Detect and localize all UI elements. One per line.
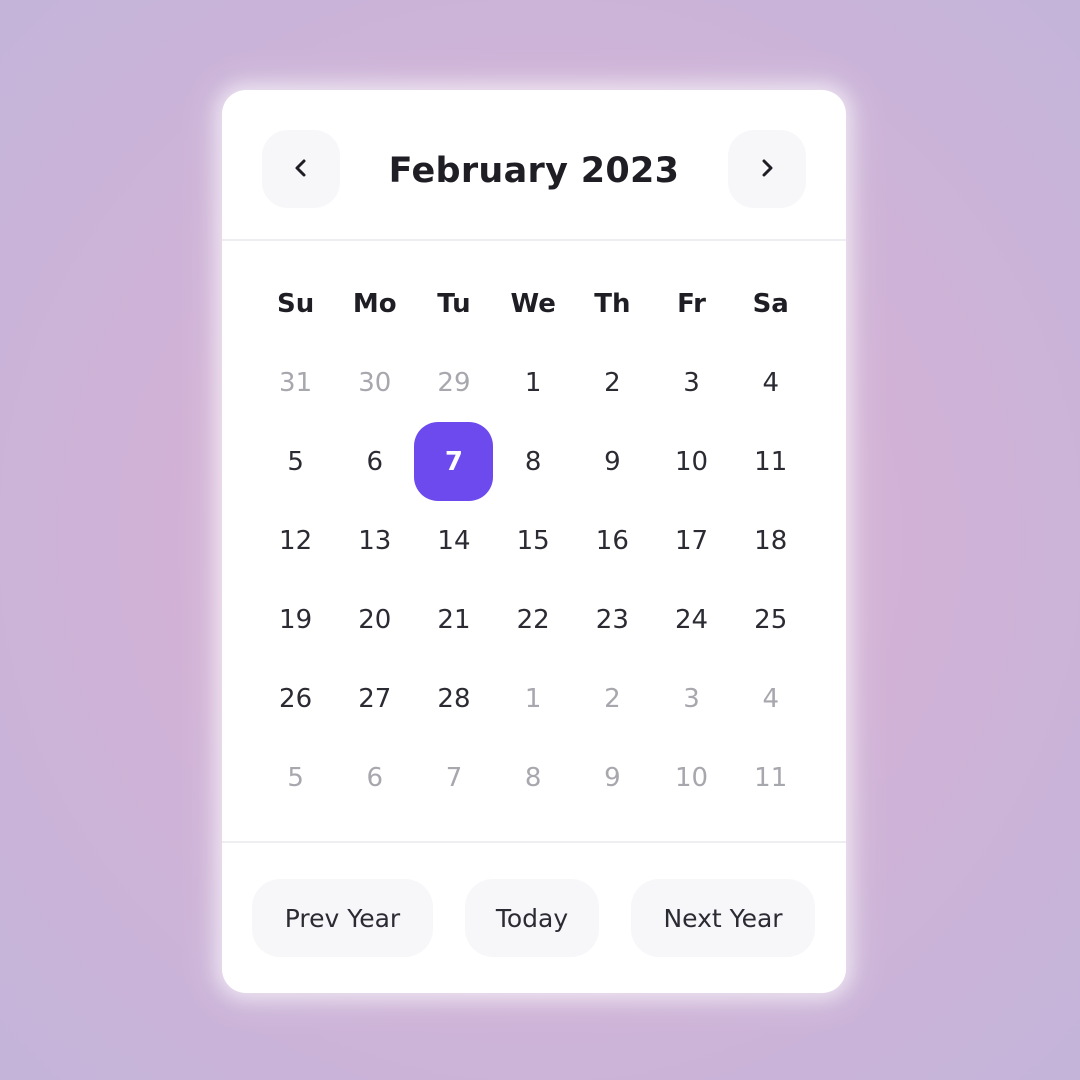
day-cell[interactable]: 4 <box>731 343 810 422</box>
weekday-label: Mo <box>352 288 397 319</box>
day-cell-outside-month[interactable]: 8 <box>494 738 573 817</box>
chevron-left-icon <box>290 157 312 182</box>
day-cell-outside-month[interactable]: 30 <box>335 343 414 422</box>
day-cell[interactable]: 18 <box>731 501 810 580</box>
weekday-label: Th <box>594 288 631 319</box>
footer-divider <box>222 841 846 843</box>
day-cell[interactable]: 6 <box>335 422 414 501</box>
day-cell-outside-month[interactable]: 29 <box>414 343 493 422</box>
next-year-button[interactable]: Next Year <box>631 879 815 957</box>
today-button[interactable]: Today <box>465 879 599 957</box>
weekday-label: Fr <box>677 288 706 319</box>
day-cell-outside-month[interactable]: 31 <box>256 343 335 422</box>
day-cell[interactable]: 20 <box>335 580 414 659</box>
day-cell-outside-month[interactable]: 11 <box>731 738 810 817</box>
calendar-card: February 2023 Su Mo Tu We Th Fr Sa 31 30 2… <box>222 90 846 993</box>
prev-month-button[interactable] <box>262 130 340 208</box>
day-cell-outside-month[interactable]: 2 <box>573 659 652 738</box>
day-cell-outside-month[interactable]: 5 <box>256 738 335 817</box>
day-cell[interactable]: 24 <box>652 580 731 659</box>
day-cell[interactable]: 21 <box>414 580 493 659</box>
day-cell[interactable]: 1 <box>494 343 573 422</box>
day-cell-outside-month[interactable]: 9 <box>573 738 652 817</box>
day-cell[interactable]: 17 <box>652 501 731 580</box>
calendar-grid: Su Mo Tu We Th Fr Sa 31 30 29 1 2 3 4 5 6 7 8 9 10 11… <box>256 264 810 817</box>
weekday-label: Su <box>276 288 315 319</box>
day-cell-selected[interactable]: 7 <box>414 422 494 501</box>
day-cell[interactable]: 3 <box>652 343 731 422</box>
day-cell[interactable]: 26 <box>256 659 335 738</box>
weekday-label: We <box>510 288 556 319</box>
prev-year-button[interactable]: Prev Year <box>252 879 433 957</box>
day-cell[interactable]: 16 <box>573 501 652 580</box>
day-cell[interactable]: 12 <box>256 501 335 580</box>
month-year-title: February 2023 <box>388 151 680 191</box>
day-cell[interactable]: 23 <box>573 580 652 659</box>
day-cell[interactable]: 5 <box>256 422 335 501</box>
day-cell[interactable]: 27 <box>335 659 414 738</box>
day-cell-outside-month[interactable]: 1 <box>494 659 573 738</box>
next-month-button[interactable] <box>728 130 806 208</box>
day-cell[interactable]: 13 <box>335 501 414 580</box>
day-cell[interactable]: 22 <box>494 580 573 659</box>
day-cell-outside-month[interactable]: 7 <box>414 738 493 817</box>
calendar-header: February 2023 <box>222 90 846 240</box>
day-cell-outside-month[interactable]: 4 <box>731 659 810 738</box>
day-cell[interactable]: 14 <box>414 501 493 580</box>
chevron-right-icon <box>756 157 778 182</box>
day-cell-outside-month[interactable]: 6 <box>335 738 414 817</box>
day-cell[interactable]: 10 <box>652 422 731 501</box>
day-cell-outside-month[interactable]: 3 <box>652 659 731 738</box>
day-cell[interactable]: 2 <box>573 343 652 422</box>
day-cell[interactable]: 8 <box>494 422 573 501</box>
weekday-label: Sa <box>752 288 789 319</box>
day-cell[interactable]: 15 <box>494 501 573 580</box>
day-cell[interactable]: 9 <box>573 422 652 501</box>
day-cell[interactable]: 11 <box>731 422 810 501</box>
calendar-footer: Prev Year Today Next Year <box>222 879 846 957</box>
day-cell-outside-month[interactable]: 10 <box>652 738 731 817</box>
day-cell[interactable]: 25 <box>731 580 810 659</box>
day-cell[interactable]: 19 <box>256 580 335 659</box>
weekday-label: Tu <box>437 288 471 319</box>
header-divider <box>222 239 846 241</box>
day-cell[interactable]: 28 <box>414 659 493 738</box>
